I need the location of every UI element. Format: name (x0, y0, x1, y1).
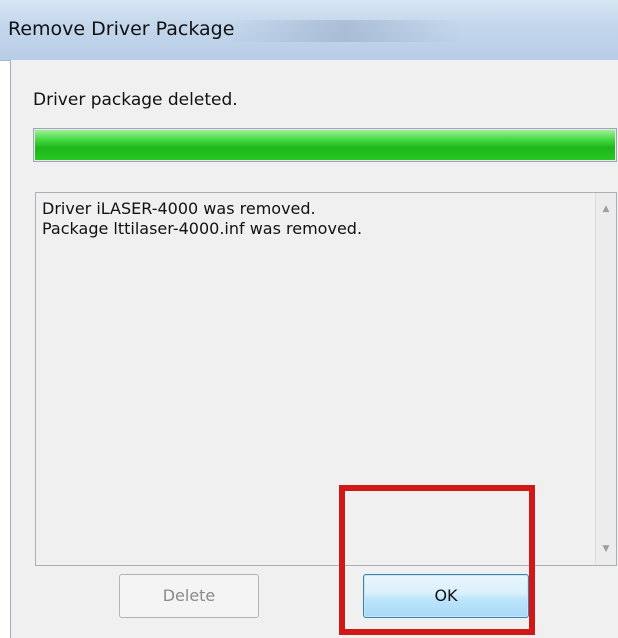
scroll-down-arrow-icon[interactable]: ▼ (596, 539, 616, 559)
progress-bar (33, 128, 617, 162)
title-bar[interactable]: Remove Driver Package (0, 0, 618, 61)
window-title: Remove Driver Package (8, 18, 235, 40)
ok-button-highlight-box (339, 485, 535, 635)
log-line: Driver iLASER-4000 was removed. (42, 199, 316, 218)
log-lines: Driver iLASER-4000 was removed. Package … (42, 199, 592, 239)
vertical-scrollbar[interactable]: ▲ ▼ (595, 193, 616, 565)
delete-button[interactable]: Delete (119, 574, 259, 618)
status-message: Driver package deleted. (33, 90, 238, 110)
remove-driver-package-dialog: Remove Driver Package Driver package del… (0, 0, 618, 638)
progress-bar-fill (35, 130, 615, 160)
log-line: Package lttilaser-4000.inf was removed. (42, 219, 363, 238)
title-bar-background-blur (230, 20, 460, 42)
scroll-up-arrow-icon[interactable]: ▲ (596, 199, 616, 219)
